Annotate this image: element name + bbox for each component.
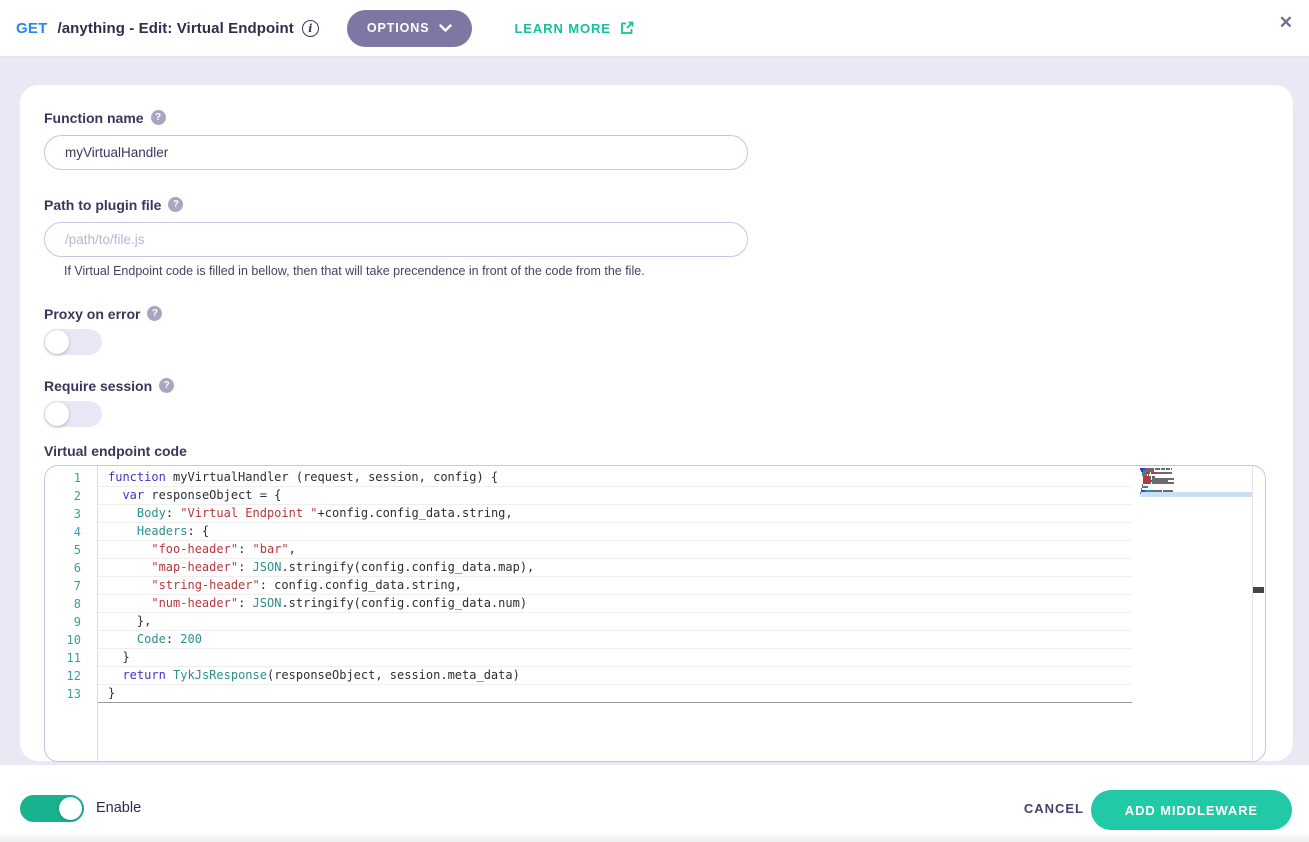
options-button-label: OPTIONS: [367, 21, 430, 35]
scrollbar-thumb[interactable]: [1253, 587, 1264, 593]
help-icon[interactable]: ?: [168, 197, 183, 212]
line-number: 13: [45, 685, 97, 703]
footer-bottom-shadow: [0, 833, 1309, 842]
code-line: Code: 200: [98, 631, 1132, 649]
code-line: "num-header": JSON.stringify(config.conf…: [98, 595, 1132, 613]
function-name-label-row: Function name ?: [44, 109, 1269, 126]
code-line: Body: "Virtual Endpoint "+config.config_…: [98, 505, 1132, 523]
line-number: 8: [45, 595, 97, 613]
code-line: return TykJsResponse(responseObject, ses…: [98, 667, 1132, 685]
code-line: }: [98, 649, 1132, 667]
options-button[interactable]: OPTIONS: [347, 10, 473, 47]
chevron-down-icon: [439, 24, 452, 33]
code-line: function myVirtualHandler (request, sess…: [98, 469, 1132, 487]
line-number: 6: [45, 559, 97, 577]
scrollbar-track: [1252, 466, 1253, 761]
help-icon[interactable]: ?: [147, 306, 162, 321]
proxy-on-error-label-row: Proxy on error ?: [44, 305, 1269, 322]
plugin-path-help-text: If Virtual Endpoint code is filled in be…: [64, 264, 1269, 279]
code-editor-label-text: Virtual endpoint code: [44, 443, 187, 459]
plugin-path-label-row: Path to plugin file ?: [44, 196, 1269, 213]
toggle-knob: [59, 797, 82, 820]
line-number: 3: [45, 505, 97, 523]
function-name-input[interactable]: [44, 135, 748, 170]
code-line: },: [98, 613, 1132, 631]
learn-more-link[interactable]: LEARN MORE: [514, 20, 634, 36]
footer-bar: Enable CANCEL ADD MIDDLEWARE: [0, 765, 1309, 842]
line-number: 12: [45, 667, 97, 685]
line-number: 9: [45, 613, 97, 631]
require-session-label: Require session: [44, 378, 152, 394]
line-number: 4: [45, 523, 97, 541]
middleware-form-card: Function name ? Path to plugin file ? If…: [20, 85, 1293, 761]
page-title: /anything - Edit: Virtual Endpoint: [57, 20, 293, 37]
add-middleware-button[interactable]: ADD MIDDLEWARE: [1091, 790, 1292, 830]
line-number: 11: [45, 649, 97, 667]
http-method-badge: GET: [16, 20, 47, 37]
help-icon[interactable]: ?: [151, 110, 166, 125]
cancel-button[interactable]: CANCEL: [1024, 801, 1084, 816]
toggle-knob: [45, 330, 69, 354]
plugin-path-input[interactable]: [44, 222, 748, 257]
line-number: 2: [45, 487, 97, 505]
external-link-icon: [619, 20, 635, 36]
code-line: "string-header": config.config_data.stri…: [98, 577, 1132, 595]
line-number-gutter: 12345678910111213: [45, 469, 97, 703]
minimap-viewport-indicator: [1140, 492, 1253, 497]
header-bar: GET /anything - Edit: Virtual Endpoint i…: [0, 0, 1309, 57]
enable-toggle[interactable]: [20, 795, 84, 822]
code-line: }: [98, 685, 1132, 703]
require-session-label-row: Require session ?: [44, 377, 1269, 394]
line-number: 5: [45, 541, 97, 559]
code-text-area[interactable]: function myVirtualHandler (request, sess…: [98, 469, 1132, 703]
help-icon[interactable]: ?: [159, 378, 174, 393]
line-number: 10: [45, 631, 97, 649]
code-line: var responseObject = {: [98, 487, 1132, 505]
code-editor-label: Virtual endpoint code: [44, 442, 1269, 459]
code-editor[interactable]: 12345678910111213 function myVirtualHand…: [44, 465, 1266, 762]
enable-label: Enable: [96, 800, 141, 816]
code-line: "foo-header": "bar",: [98, 541, 1132, 559]
proxy-on-error-label: Proxy on error: [44, 306, 140, 322]
code-line: Headers: {: [98, 523, 1132, 541]
line-number: 1: [45, 469, 97, 487]
toggle-knob: [45, 402, 69, 426]
plugin-path-label: Path to plugin file: [44, 197, 161, 213]
line-number: 7: [45, 577, 97, 595]
code-line: "map-header": JSON.stringify(config.conf…: [98, 559, 1132, 577]
proxy-on-error-toggle[interactable]: [44, 329, 102, 355]
virtual-endpoint-editor-panel: GET /anything - Edit: Virtual Endpoint i…: [0, 0, 1309, 842]
minimap[interactable]: [1140, 468, 1253, 494]
info-icon[interactable]: i: [302, 20, 319, 37]
function-name-label: Function name: [44, 110, 144, 126]
learn-more-label: LEARN MORE: [514, 21, 610, 36]
close-icon[interactable]: ✕: [1279, 14, 1293, 31]
require-session-toggle[interactable]: [44, 401, 102, 427]
